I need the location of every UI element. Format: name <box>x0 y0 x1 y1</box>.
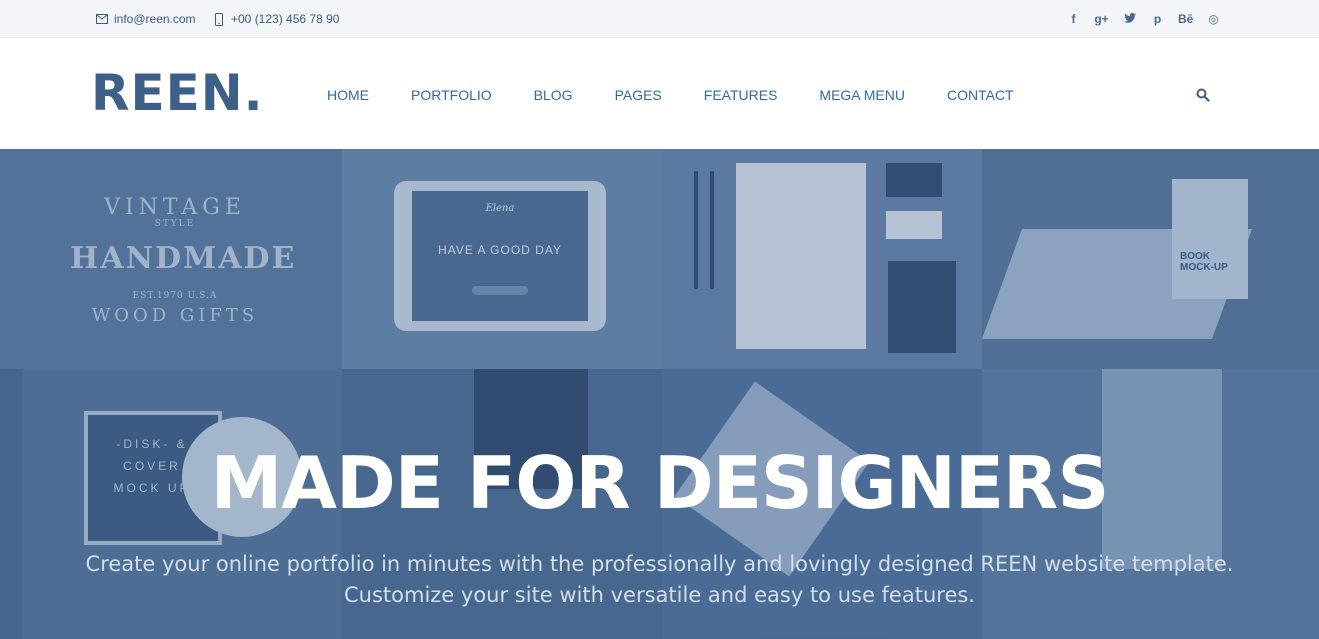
social-links: f g+ p Bē ◎ <box>1066 0 1221 38</box>
facebook-icon[interactable]: f <box>1066 12 1081 26</box>
nav-item-home[interactable]: HOME <box>327 87 369 103</box>
pinterest-icon[interactable]: p <box>1150 12 1165 26</box>
dribbble-icon[interactable]: ◎ <box>1206 12 1221 26</box>
email-contact[interactable]: info@reen.com <box>95 0 196 38</box>
nav-item-mega-menu[interactable]: MEGA MENU <box>819 87 905 103</box>
mobile-phone-icon <box>212 12 226 26</box>
phone-contact[interactable]: +00 (123) 456 78 90 <box>212 0 339 38</box>
hero-subline-1: Create your online portfolio in minutes … <box>85 552 1234 576</box>
nav-item-features[interactable]: FEATURES <box>704 87 778 103</box>
main-header: REEN. HOME PORTFOLIO BLOG PAGES FEATURES… <box>0 38 1319 149</box>
nav-item-portfolio[interactable]: PORTFOLIO <box>411 87 492 103</box>
main-nav: HOME PORTFOLIO BLOG PAGES FEATURES MEGA … <box>327 87 1056 103</box>
envelope-icon <box>95 12 109 26</box>
hero-headline: MADE FOR DESIGNERS <box>210 441 1110 525</box>
twitter-icon[interactable] <box>1122 12 1137 26</box>
phone-text: +00 (123) 456 78 90 <box>231 12 340 26</box>
email-text: info@reen.com <box>114 12 196 26</box>
site-logo[interactable]: REEN. <box>91 64 264 122</box>
search-icon[interactable] <box>1196 88 1210 102</box>
nav-item-contact[interactable]: CONTACT <box>947 87 1014 103</box>
hero-subline-2: Customize your site with versatile and e… <box>344 583 975 607</box>
google-plus-icon[interactable]: g+ <box>1094 12 1109 26</box>
nav-item-blog[interactable]: BLOG <box>534 87 573 103</box>
hero-banner: VINTAGE STYLE HANDMADE EST.1970 U.S.A WO… <box>0 149 1319 639</box>
nav-item-pages[interactable]: PAGES <box>615 87 662 103</box>
behance-icon[interactable]: Bē <box>1178 12 1193 26</box>
top-bar: info@reen.com +00 (123) 456 78 90 f g+ p… <box>0 0 1319 38</box>
